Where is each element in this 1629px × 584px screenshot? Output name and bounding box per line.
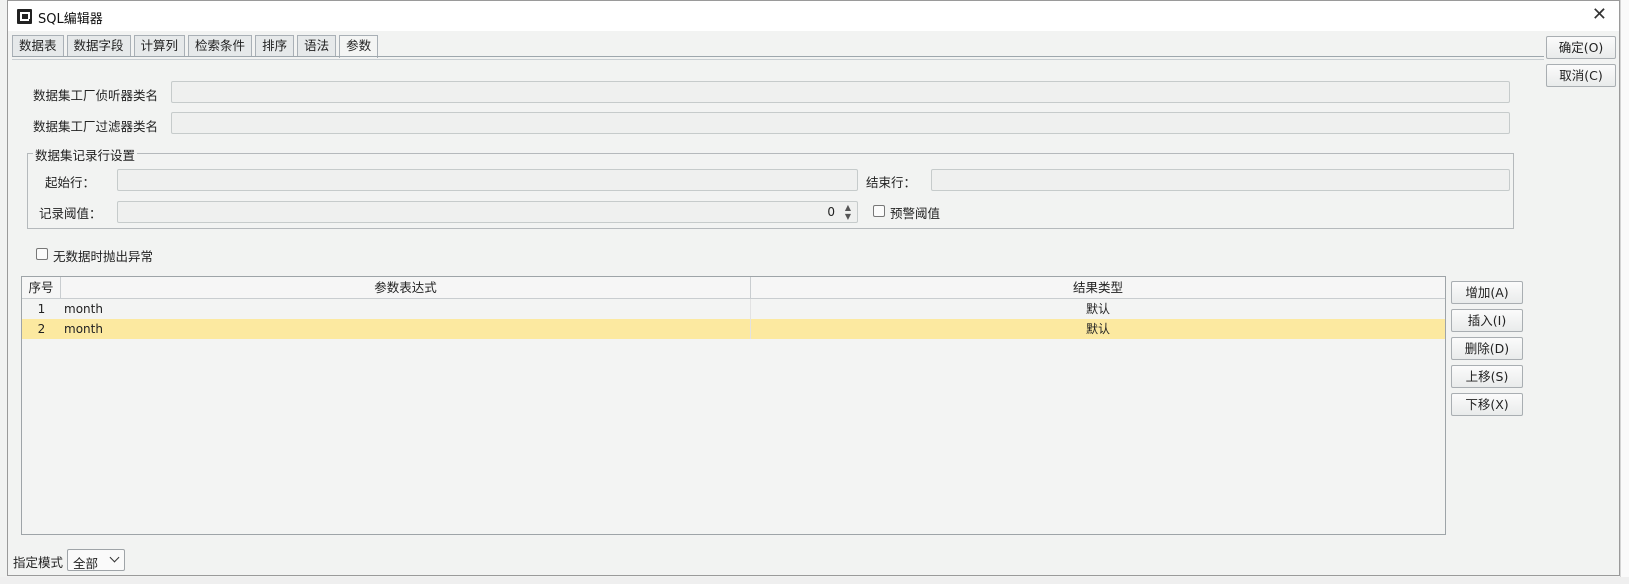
cancel-button[interactable]: 取消(C) bbox=[1546, 64, 1616, 87]
panel-top-border bbox=[12, 59, 1544, 60]
mode-value: 全部 bbox=[73, 556, 99, 571]
row-expression[interactable]: month bbox=[61, 299, 751, 319]
delete-button[interactable]: 删除(D) bbox=[1451, 337, 1523, 360]
threshold-label: 记录阈值： bbox=[39, 206, 102, 221]
row-type[interactable]: 默认 bbox=[751, 319, 1445, 339]
threshold-spinner[interactable]: 0 ▲ ▼ bbox=[117, 201, 858, 223]
mode-select[interactable]: 全部 bbox=[67, 549, 125, 571]
listener-input[interactable] bbox=[171, 81, 1510, 103]
table-row[interactable]: 1 month 默认 bbox=[22, 299, 1445, 319]
column-header-index[interactable]: 序号 bbox=[22, 277, 61, 298]
start-row-label: 起始行： bbox=[45, 175, 96, 190]
row-expression[interactable]: month bbox=[61, 319, 751, 339]
table-header: 序号 参数表达式 结果类型 bbox=[22, 277, 1445, 299]
tab-computed-columns[interactable]: 计算列 bbox=[133, 35, 186, 57]
filter-input[interactable] bbox=[171, 112, 1510, 134]
tab-bar: 数据表 数据字段 计算列 检索条件 排序 语法 参数 bbox=[12, 35, 381, 58]
warn-threshold-label: 预警阈值 bbox=[890, 206, 941, 221]
spin-up-icon[interactable]: ▲ bbox=[842, 203, 854, 212]
row-index: 1 bbox=[37, 302, 46, 316]
move-down-button[interactable]: 下移(X) bbox=[1451, 393, 1523, 416]
background-bottom-edge bbox=[0, 577, 1629, 584]
warn-threshold-checkbox[interactable] bbox=[873, 205, 885, 217]
close-icon[interactable]: ✕ bbox=[1592, 5, 1607, 25]
end-row-label: 结束行： bbox=[866, 175, 917, 190]
background-window-edge bbox=[1620, 0, 1629, 584]
tab-divider bbox=[12, 56, 1544, 57]
tab-conditions[interactable]: 检索条件 bbox=[188, 35, 253, 57]
column-header-expression[interactable]: 参数表达式 bbox=[61, 277, 751, 298]
column-header-type[interactable]: 结果类型 bbox=[751, 277, 1445, 298]
end-row-input[interactable] bbox=[931, 169, 1510, 191]
params-table: 序号 参数表达式 结果类型 1 month 默认 2 month 默认 bbox=[21, 276, 1446, 535]
title-bar: SQL编辑器 ✕ bbox=[8, 1, 1619, 31]
tab-fields[interactable]: 数据字段 bbox=[66, 35, 131, 57]
record-settings-title: 数据集记录行设置 bbox=[33, 145, 138, 164]
sql-editor-dialog: SQL编辑器 ✕ 数据表 数据字段 计算列 检索条件 排序 语法 参数 确定(O… bbox=[7, 0, 1620, 576]
ok-button[interactable]: 确定(O) bbox=[1546, 36, 1616, 59]
tab-syntax[interactable]: 语法 bbox=[297, 35, 337, 57]
row-index: 2 bbox=[37, 322, 46, 336]
app-icon bbox=[17, 9, 32, 24]
no-data-exception-checkbox[interactable] bbox=[36, 248, 48, 260]
insert-button[interactable]: 插入(I) bbox=[1451, 309, 1523, 332]
tab-sort[interactable]: 排序 bbox=[255, 35, 295, 57]
no-data-exception-label: 无数据时抛出异常 bbox=[53, 249, 154, 264]
tab-parameters[interactable]: 参数 bbox=[339, 35, 379, 58]
listener-label: 数据集工厂侦听器类名 bbox=[33, 88, 159, 103]
threshold-value: 0 bbox=[827, 205, 835, 219]
spin-down-icon[interactable]: ▼ bbox=[842, 212, 854, 221]
start-row-input[interactable] bbox=[117, 169, 858, 191]
filter-label: 数据集工厂过滤器类名 bbox=[33, 119, 159, 134]
mode-label: 指定模式 bbox=[13, 555, 64, 570]
tab-tables[interactable]: 数据表 bbox=[12, 35, 64, 57]
move-up-button[interactable]: 上移(S) bbox=[1451, 365, 1523, 388]
add-button[interactable]: 增加(A) bbox=[1451, 281, 1523, 304]
window-title: SQL编辑器 bbox=[38, 12, 103, 27]
row-type[interactable]: 默认 bbox=[751, 299, 1445, 319]
chevron-down-icon bbox=[109, 552, 120, 563]
table-row-selected[interactable]: 2 month 默认 bbox=[22, 319, 1445, 339]
